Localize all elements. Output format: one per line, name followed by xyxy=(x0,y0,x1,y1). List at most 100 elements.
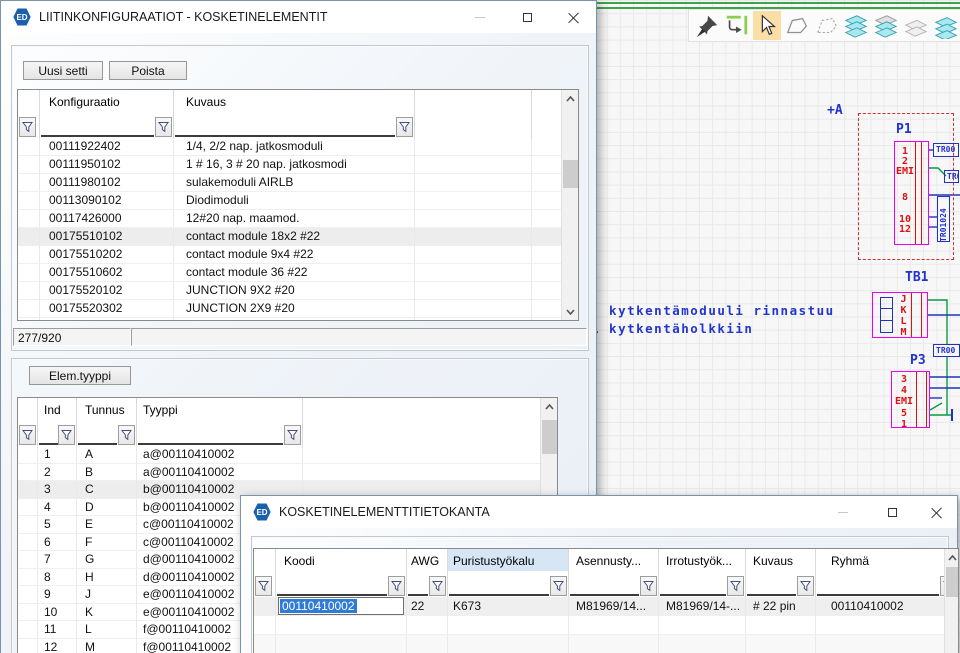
column-header-kuvaus[interactable]: Kuvaus xyxy=(174,90,415,112)
config-table-scrollbar[interactable] xyxy=(561,90,578,320)
transform-move-icon[interactable] xyxy=(723,11,752,40)
elem-type-button[interactable]: Elem.tyyppi xyxy=(29,366,131,385)
scroll-up-icon[interactable] xyxy=(562,90,579,107)
window2-titlebar[interactable]: ED KOSKETINELEMENTTITIETOKANTA xyxy=(241,496,957,528)
scrollbar-thumb[interactable] xyxy=(563,160,578,188)
filter-icon[interactable] xyxy=(255,576,272,596)
filter-input[interactable] xyxy=(747,577,796,596)
cad-note-line-2: 1 kytkentäholkkiin xyxy=(591,321,753,336)
database-table-scrollbar[interactable] xyxy=(944,549,958,653)
cell xyxy=(415,300,532,317)
table-row[interactable]: 00175520502JUNCTION 18 #20 xyxy=(18,318,578,320)
filter-icon[interactable] xyxy=(396,117,413,137)
filter-icon[interactable] xyxy=(727,576,744,596)
cad-tag-box[interactable]: TR00 xyxy=(944,170,959,183)
selected-cell[interactable]: 00110410002 xyxy=(276,597,407,615)
select-cursor-icon[interactable] xyxy=(753,11,782,40)
filter-icon[interactable] xyxy=(388,576,405,596)
cell: 9 xyxy=(38,586,77,603)
column-header-asennustyokalu[interactable]: Asennusty... xyxy=(569,549,659,571)
pushpin-icon[interactable] xyxy=(693,11,722,40)
filter-input-konfiguraatio[interactable] xyxy=(41,118,154,137)
filter-input-kuvaus[interactable] xyxy=(175,118,395,137)
cad-tag-box[interactable]: TR00 xyxy=(933,143,959,157)
filter-input[interactable] xyxy=(277,577,387,596)
filter-input-tyyppi[interactable] xyxy=(138,426,283,445)
filter-input[interactable] xyxy=(817,577,939,596)
cad-connector-tb1[interactable]: JKLM xyxy=(872,292,928,338)
filter-icon[interactable] xyxy=(19,425,36,445)
cell: L xyxy=(77,621,137,638)
table-row[interactable]: 0011742600012#20 nap. maamod. xyxy=(18,210,578,228)
close-button[interactable] xyxy=(927,504,945,520)
window-kosketinelementtitietokanta: ED KOSKETINELEMENTTITIETOKANTA Koodi AWG… xyxy=(240,495,958,653)
close-button[interactable] xyxy=(564,9,582,25)
window1-titlebar[interactable]: ED LIITINKONFIGURAATIOT - KOSKETINELEMEN… xyxy=(1,1,596,33)
column-header-ryhma[interactable]: Ryhmä xyxy=(816,549,958,571)
table-row[interactable]: 00175510202contact module 9x4 #22 xyxy=(18,246,578,264)
minimize-button[interactable] xyxy=(471,9,489,25)
column-header-ind[interactable]: Ind xyxy=(38,398,77,420)
table-row[interactable] xyxy=(254,635,958,653)
column-header-tunnus[interactable]: Tunnus xyxy=(77,398,137,420)
filter-input-tunnus[interactable] xyxy=(78,426,117,445)
polygon-icon[interactable] xyxy=(782,11,811,40)
table-row[interactable]: 001119501021 # 16, 3 # 20 nap. jatkosmod… xyxy=(18,156,578,174)
cad-connector-p3[interactable]: 34EMI51 xyxy=(891,371,930,428)
cell xyxy=(569,635,659,653)
column-header-puristustyokalu[interactable]: Puristustyökalu xyxy=(448,549,569,571)
column-header-koodi[interactable]: Koodi xyxy=(276,549,407,571)
layers-flat-icon[interactable] xyxy=(901,11,930,40)
database-table-body: 0011041000222K673M81969/14...M81969/14-.… xyxy=(254,597,958,653)
new-set-button[interactable]: Uusi setti xyxy=(23,61,103,80)
filter-icon[interactable] xyxy=(19,117,36,137)
filter-input[interactable] xyxy=(449,577,549,596)
minimize-button[interactable] xyxy=(834,504,852,520)
filter-input[interactable] xyxy=(408,577,428,596)
cell: M81969/14-... xyxy=(659,597,746,615)
cad-vertical-tag-box[interactable]: TR01024 xyxy=(937,196,950,242)
scroll-down-icon[interactable] xyxy=(562,303,579,320)
filter-icon[interactable] xyxy=(118,425,135,445)
filter-input[interactable] xyxy=(660,577,726,596)
maximize-button[interactable] xyxy=(883,504,901,520)
filter-icon[interactable] xyxy=(429,576,446,596)
table-row[interactable]: 00111980102sulakemoduli AIRLB xyxy=(18,174,578,192)
filter-input-ind[interactable] xyxy=(39,426,59,445)
table-row[interactable]: 00175510102contact module 18x2 #22 xyxy=(18,228,578,246)
layers-stack-cyan-2-icon[interactable] xyxy=(931,11,960,40)
cad-tag-box[interactable]: TR00 xyxy=(933,344,960,357)
scroll-up-icon[interactable] xyxy=(541,398,558,415)
polygon-dashed-icon[interactable] xyxy=(812,11,841,40)
filter-icon[interactable] xyxy=(284,425,301,445)
filter-icon[interactable] xyxy=(58,425,75,445)
column-header-awg[interactable]: AWG xyxy=(407,549,448,571)
filter-icon[interactable] xyxy=(640,576,657,596)
filter-icon[interactable] xyxy=(797,576,814,596)
cad-connector-p1[interactable]: 12EMI81012 xyxy=(894,141,929,245)
table-row[interactable]: 001119224021/4, 2/2 nap. jatkosmoduli xyxy=(18,138,578,156)
scroll-up-icon[interactable] xyxy=(945,549,959,566)
column-header-konfiguraatio[interactable]: Konfiguraatio xyxy=(40,90,174,112)
table-row[interactable]: 00175510602contact module 36 #22 xyxy=(18,264,578,282)
table-row[interactable]: 2Ba@00110410002 xyxy=(18,464,557,482)
scrollbar-thumb[interactable] xyxy=(946,567,958,597)
cell xyxy=(407,635,448,653)
filter-icon[interactable] xyxy=(550,576,567,596)
layers-stack-mixed-icon[interactable] xyxy=(872,11,901,40)
table-row[interactable]: 00175520302JUNCTION 2X9 #20 xyxy=(18,300,578,318)
table-row[interactable] xyxy=(254,616,958,635)
layers-stack-cyan-icon[interactable] xyxy=(842,11,871,40)
table-row[interactable]: 0011041000222K673M81969/14...M81969/14-.… xyxy=(254,597,958,616)
delete-button[interactable]: Poista xyxy=(109,61,187,80)
scrollbar-thumb[interactable] xyxy=(542,420,557,454)
column-header-irrotustyokalu[interactable]: Irrotustyök... xyxy=(659,549,746,571)
table-row[interactable]: 00175520102JUNCTION 9X2 #20 xyxy=(18,282,578,300)
filter-input[interactable] xyxy=(570,577,639,596)
table-row[interactable]: 00113090102Diodimoduli xyxy=(18,192,578,210)
column-header-kuvaus[interactable]: Kuvaus xyxy=(746,549,816,571)
column-header-tyyppi[interactable]: Tyyppi xyxy=(137,398,303,420)
filter-icon[interactable] xyxy=(155,117,172,137)
table-row[interactable]: 1Aa@00110410002 xyxy=(18,446,557,464)
maximize-button[interactable] xyxy=(518,9,536,25)
